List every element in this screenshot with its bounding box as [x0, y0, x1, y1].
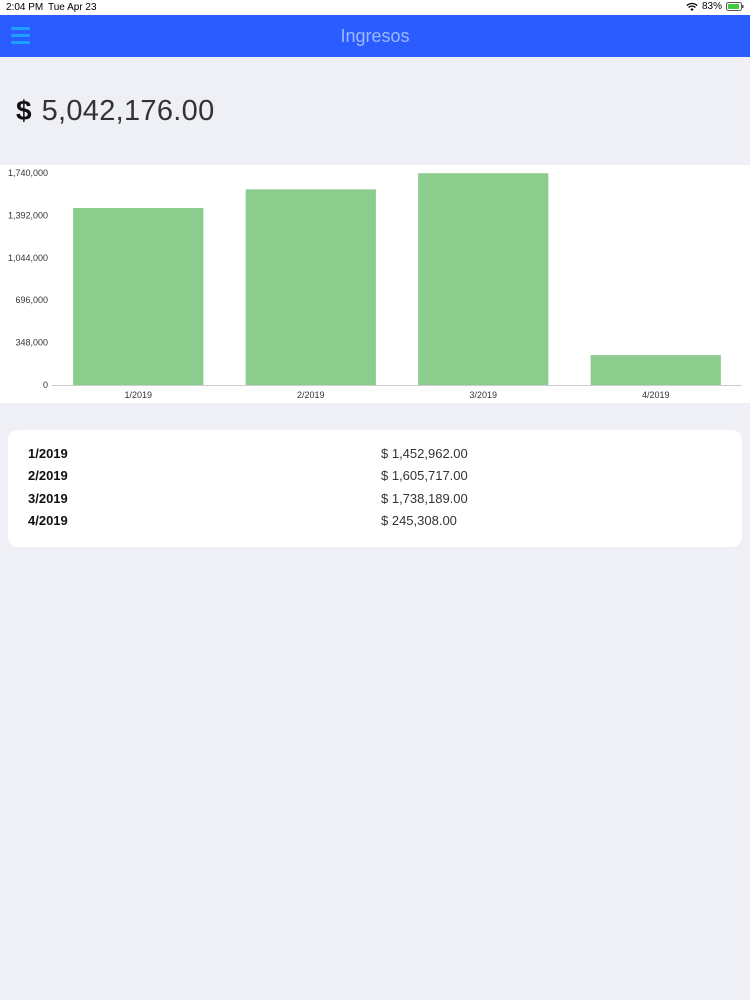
y-tick-label: 696,000 [15, 295, 48, 305]
x-tick-label: 2/2019 [297, 390, 325, 400]
total-currency: $ [16, 95, 32, 126]
navigation-bar: Ingresos [0, 15, 750, 57]
table-row: 1/2019 $ 1,452,962.00 [8, 446, 742, 468]
y-tick-label: 1,044,000 [8, 253, 48, 263]
total-amount: 5,042,176.00 [41, 95, 215, 127]
total-income: $ 5,042,176.00 [16, 95, 215, 128]
bar-2-2019 [245, 189, 376, 385]
row-period: 4/2019 [28, 512, 68, 528]
x-tick-label: 3/2019 [469, 390, 497, 400]
status-time: 2:04 PM [6, 2, 44, 13]
y-tick-label: 1,740,000 [8, 168, 48, 178]
bar-4-2019 [590, 355, 721, 385]
row-amount: $ 1,738,189.00 [381, 490, 468, 506]
row-period: 2/2019 [28, 468, 68, 484]
status-date: Tue Apr 23 [48, 2, 97, 13]
income-bar-chart: 0 348,000 696,000 1,044,000 1,392,000 1,740,0… [0, 165, 750, 403]
table-row: 3/2019 $ 1,738,189.00 [8, 491, 742, 513]
status-bar: 2:04 PM Tue Apr 23 83% [0, 0, 750, 15]
page-title: Ingresos [340, 26, 410, 46]
table-row: 4/2019 $ 245,308.00 [8, 513, 742, 535]
table-row: 2/2019 $ 1,605,717.00 [8, 468, 742, 490]
row-period: 3/2019 [28, 490, 68, 506]
x-tick-label: 4/2019 [642, 390, 670, 400]
bar-3-2019 [418, 173, 549, 385]
battery-icon [726, 2, 744, 11]
y-tick-label: 0 [43, 380, 48, 390]
x-tick-label: 1/2019 [124, 390, 152, 400]
bar-1-2019 [73, 207, 204, 385]
battery-percent: 83% [701, 1, 722, 12]
y-tick-label: 1,392,000 [8, 210, 48, 220]
status-indicators: 83% [686, 1, 744, 12]
income-table: 1/2019 $ 1,452,962.00 2/2019 $ 1,605,717.00… [8, 430, 742, 547]
row-amount: $ 1,605,717.00 [381, 468, 468, 484]
row-amount: $ 245,308.00 [381, 512, 457, 528]
chart-svg: 0 348,000 696,000 1,044,000 1,392,000 1,740,0… [8, 168, 742, 400]
row-period: 1/2019 [28, 446, 68, 461]
wifi-icon [686, 2, 698, 11]
row-amount: $ 1,452,962.00 [381, 446, 468, 461]
y-tick-label: 348,000 [15, 338, 48, 348]
